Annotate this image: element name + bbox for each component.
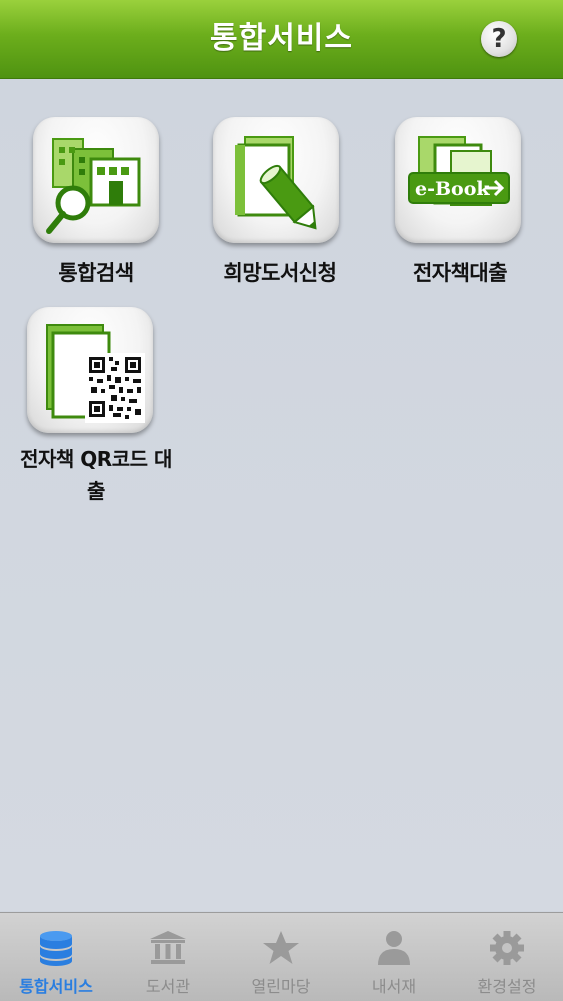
person-icon — [374, 929, 414, 967]
service-tile-label: 전자책 QR코드 대 출 — [6, 443, 186, 507]
gear-icon — [487, 929, 527, 967]
tab-label: 열린마당 — [251, 977, 311, 996]
tab-library[interactable]: 도서관 — [112, 913, 224, 1001]
ebook-badge-text: e-Book — [415, 178, 490, 200]
library-building-icon — [148, 929, 188, 967]
service-tile-label: 희망도서신청 — [223, 261, 337, 285]
service-tile-label-line1: 전자책 QR코드 대 — [20, 447, 172, 471]
building-search-icon — [33, 117, 159, 243]
star-icon — [261, 929, 301, 967]
header-bar: 통합서비스 ? — [0, 0, 563, 79]
service-tile-label-line2: 출 — [87, 479, 105, 503]
tab-label: 도서관 — [145, 977, 191, 996]
book-pencil-icon — [213, 117, 339, 243]
tab-open-forum[interactable]: 열린마당 — [225, 913, 337, 1001]
service-tile-label: 통합검색 — [58, 261, 134, 285]
ebook-arrow-icon: e-Book — [395, 117, 521, 243]
qr-code-icon — [27, 307, 153, 433]
tab-label: 통합서비스 — [19, 977, 93, 996]
tab-settings[interactable]: 환경설정 — [451, 913, 563, 1001]
page-title: 통합서비스 — [210, 21, 353, 56]
service-tile-integrated-search[interactable]: 통합검색 — [6, 117, 186, 297]
bottom-tab-bar: 통합서비스 도서관 열린마당 내서재 환경설정 — [0, 912, 563, 1001]
service-tile-label: 전자책대출 — [412, 261, 508, 285]
service-tile-ebook-loan[interactable]: e-Book 전자책대출 — [370, 117, 550, 297]
service-tile-ebook-qr-loan[interactable]: 전자책 QR코드 대 출 — [6, 307, 186, 527]
help-button[interactable]: ? — [481, 21, 517, 57]
service-tile-book-request[interactable]: 희망도서신청 — [190, 117, 370, 297]
database-icon — [36, 929, 76, 967]
tab-my-library[interactable]: 내서재 — [338, 913, 450, 1001]
tab-label: 내서재 — [371, 977, 417, 996]
tab-label: 환경설정 — [477, 977, 537, 996]
service-grid: 통합검색 희망도서신청 e-Book 전자책대출 전자책 QR코드 대 출 — [0, 79, 563, 911]
tab-integrated-service[interactable]: 통합서비스 — [0, 913, 112, 1001]
